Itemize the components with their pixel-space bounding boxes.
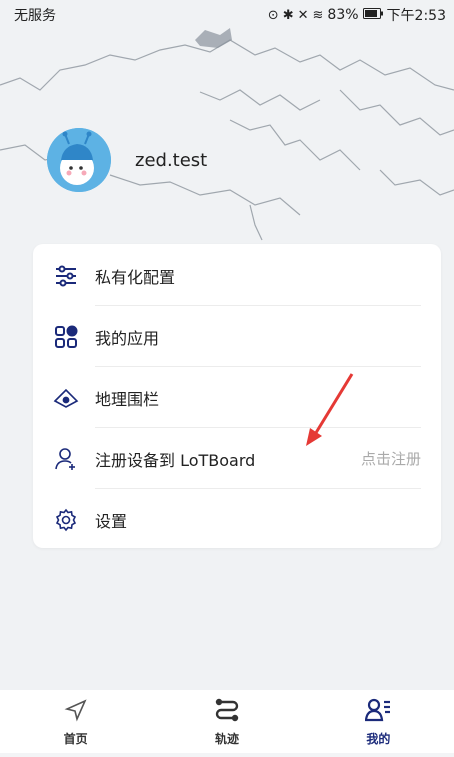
menu-item-private-config[interactable]: 私有化配置 [53, 245, 421, 306]
bluetooth-icon: ✱ [282, 7, 294, 23]
menu-card: 私有化配置 我的应用 地理围栏 注册设备到 LoTBoard 点击注册 设置 [33, 244, 441, 548]
navigation-arrow-icon [64, 698, 88, 726]
menu-item-label: 我的应用 [95, 328, 160, 348]
location-icon: ⊙ [267, 7, 279, 23]
menu-item-my-apps[interactable]: 我的应用 [53, 306, 421, 367]
apps-grid-icon [53, 324, 79, 350]
clock: 下午2:53 [386, 8, 446, 24]
tab-mine[interactable]: 我的 [303, 690, 454, 753]
menu-item-settings[interactable]: 设置 [53, 489, 421, 550]
add-user-icon [53, 446, 79, 472]
menu-item-register-device[interactable]: 注册设备到 LoTBoard 点击注册 [53, 428, 421, 489]
track-route-icon [214, 698, 240, 726]
menu-item-label: 地理围栏 [95, 389, 160, 409]
wifi-icon: ≋ [312, 7, 324, 23]
status-icons: ⊙ ✱ ✕ ≋ 83% 下午2:53 [268, 5, 446, 25]
annotation-arrow [306, 373, 354, 446]
sliders-icon [53, 263, 79, 289]
username: zed.test [135, 150, 208, 171]
tab-label: 首页 [63, 732, 88, 746]
tab-home[interactable]: 首页 [0, 690, 151, 753]
menu-item-label: 注册设备到 LoTBoard [95, 450, 256, 470]
profile-icon [365, 698, 391, 726]
avatar[interactable] [47, 128, 111, 192]
bottom-tab-bar: 首页 轨迹 我的 [0, 690, 454, 753]
tab-track[interactable]: 轨迹 [151, 690, 302, 753]
tab-label: 轨迹 [214, 732, 239, 746]
battery-percent: 83% [327, 7, 359, 23]
register-action-link[interactable]: 点击注册 [361, 448, 421, 469]
gear-icon [53, 507, 79, 533]
mute-icon: ✕ [297, 7, 309, 23]
status-bar: 无服务 ⊙ ✱ ✕ ≋ 83% 下午2:53 [0, 0, 454, 30]
geofence-icon [53, 385, 79, 411]
battery-icon [362, 7, 383, 23]
tab-label: 我的 [366, 732, 391, 746]
carrier-text: 无服务 [14, 8, 56, 24]
menu-item-label: 私有化配置 [95, 267, 176, 287]
menu-item-label: 设置 [95, 511, 128, 531]
menu-item-geofence[interactable]: 地理围栏 [53, 367, 421, 428]
